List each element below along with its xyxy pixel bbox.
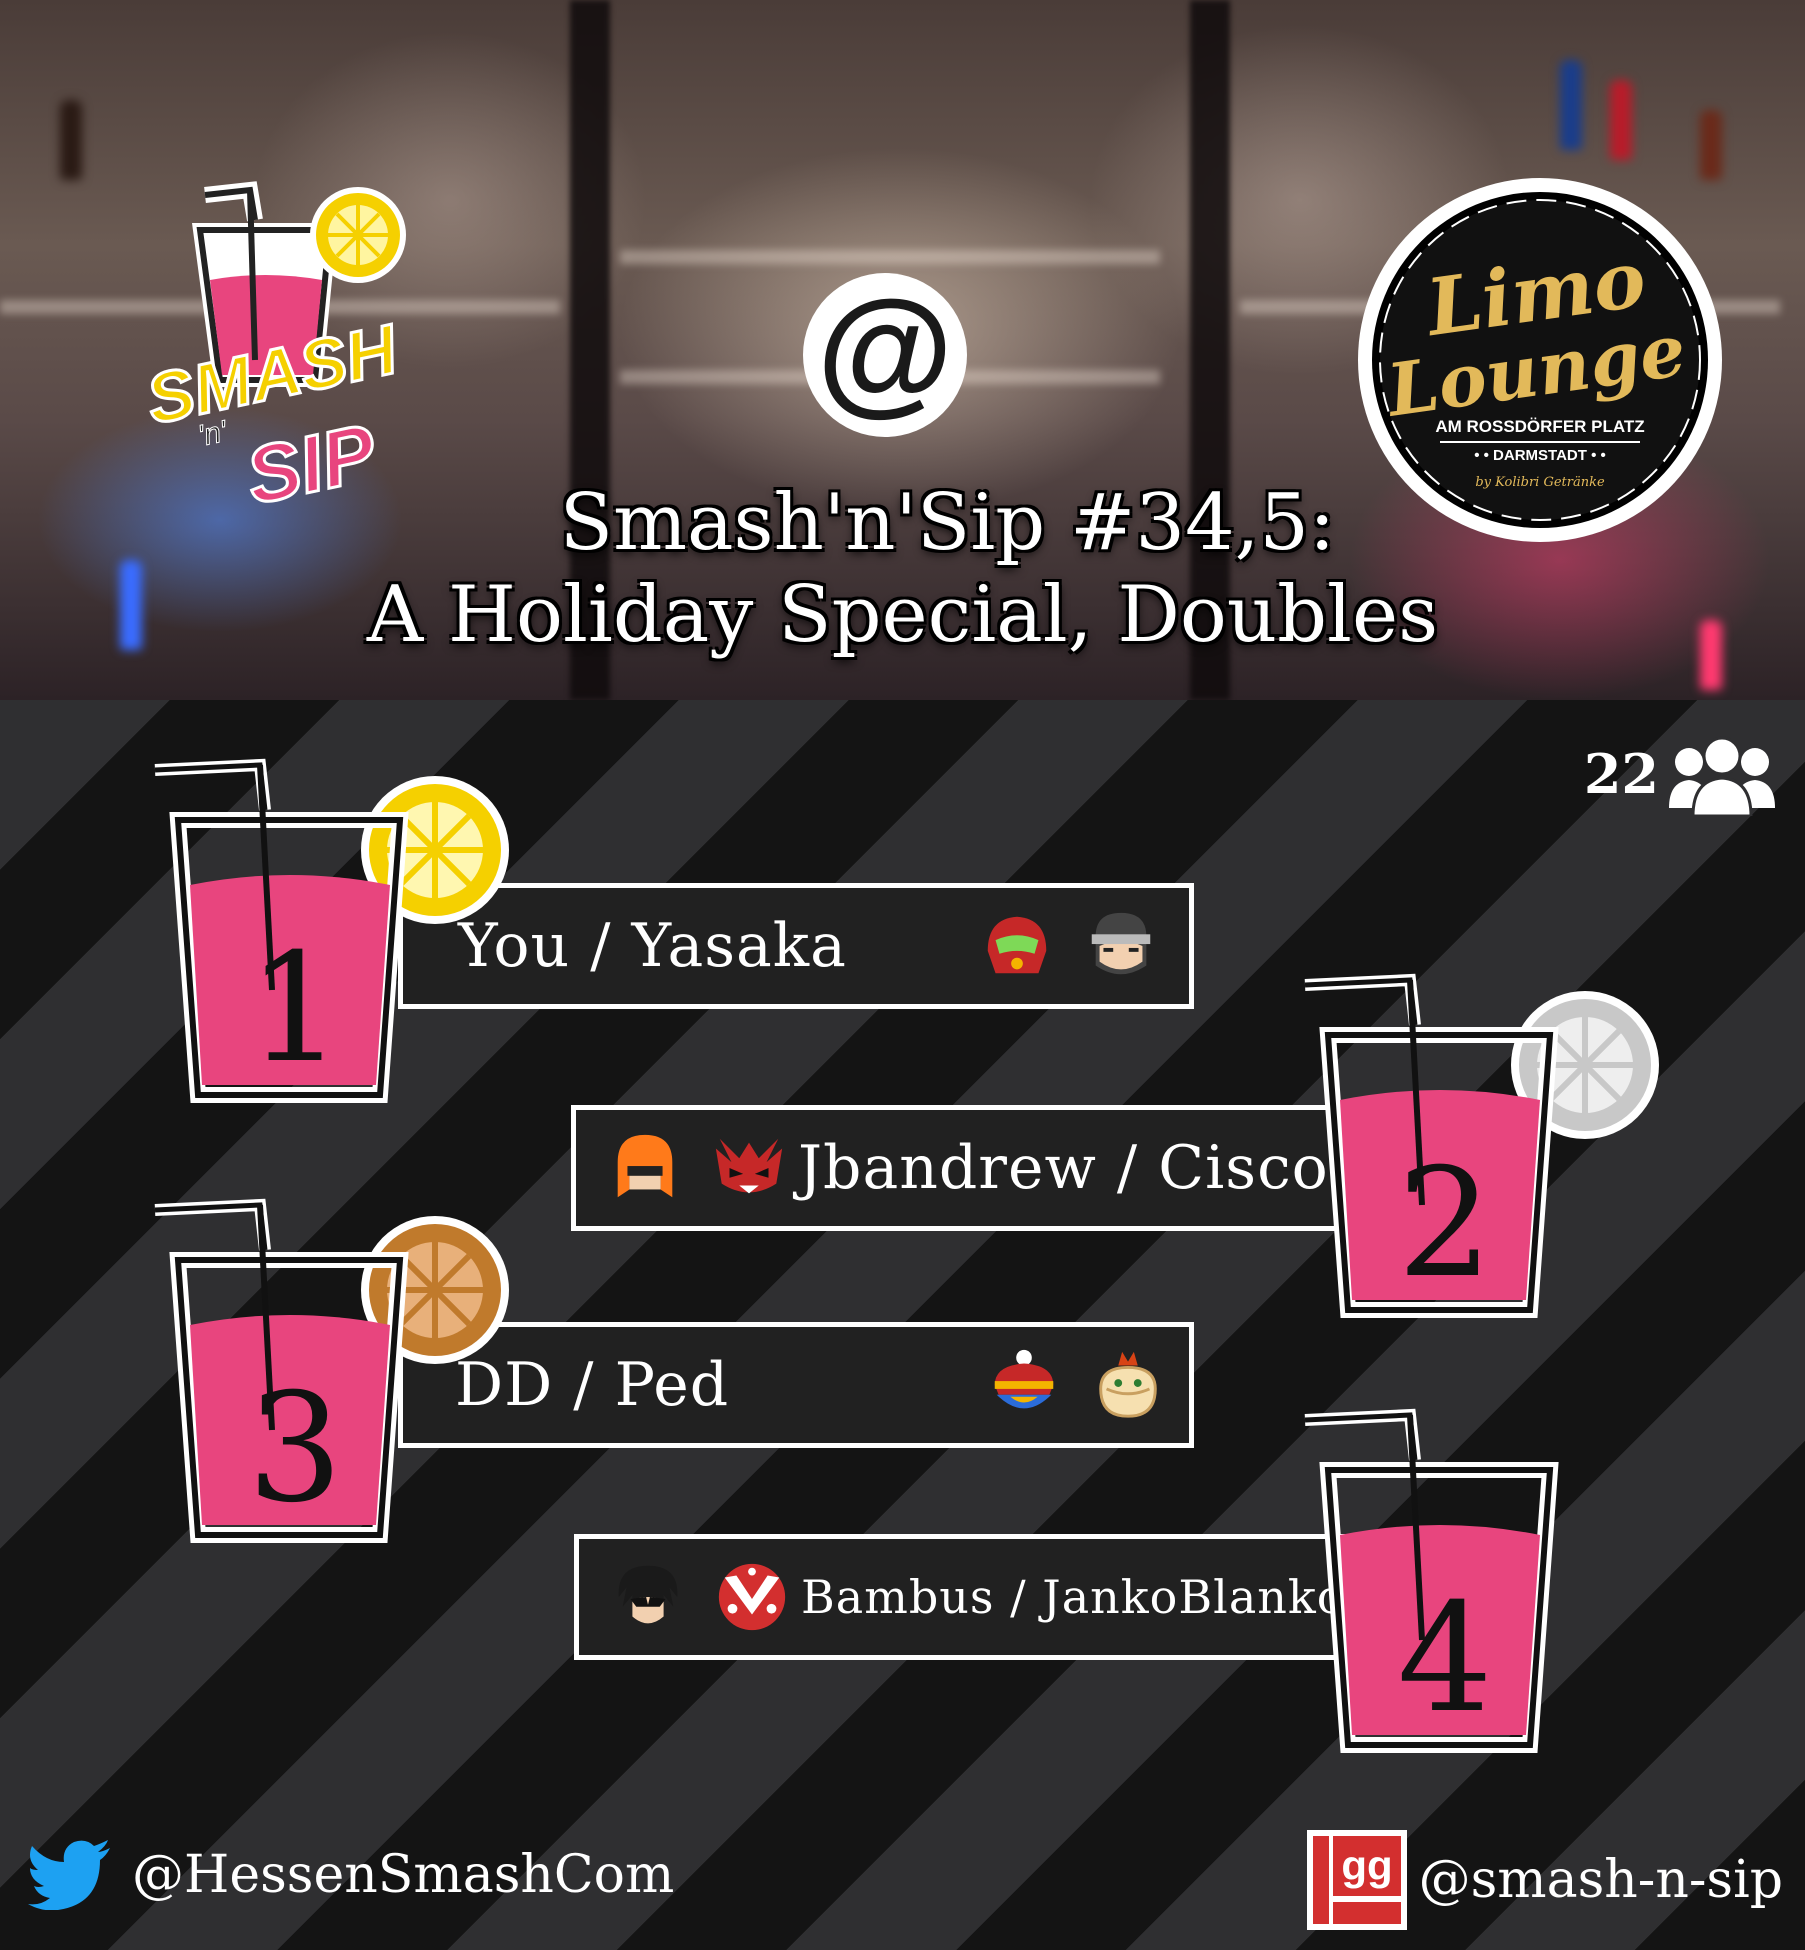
at-symbol: @	[803, 271, 967, 437]
twitter-bird-icon	[28, 1840, 110, 1910]
rank-number-1: 1	[247, 922, 342, 1096]
header-banner: SMASH 'n' SIP @ Limo Lounge AM ROSSDÖRFE…	[0, 0, 1805, 700]
placement-row-4: Bambus / JankoBlanko	[574, 1534, 1374, 1660]
entrant-count: 22	[1584, 732, 1777, 816]
results-graphic: SMASH 'n' SIP @ Limo Lounge AM ROSSDÖRFE…	[0, 0, 1805, 1950]
smashgg-credit: gg @smash-n-sip	[1306, 1830, 1783, 1930]
team-names-2: Jbandrew / Cisco	[798, 1133, 1329, 1203]
svg-text:gg: gg	[1341, 1842, 1392, 1889]
results-panel: 22 You / Yasaka 1 Jbandrew / Cisco 2 DD …	[0, 700, 1805, 1950]
svg-text:@: @	[817, 271, 954, 428]
event-title-line1: Smash'n'Sip #34,5:	[559, 478, 1336, 568]
rank-number-4: 4	[1397, 1572, 1492, 1746]
rank-cup-3: 3	[154, 1198, 509, 1543]
placement-row-2: Jbandrew / Cisco	[571, 1105, 1371, 1231]
rank-number-2: 2	[1397, 1137, 1492, 1311]
rank-number-3: 3	[247, 1362, 342, 1536]
smash-n-sip-logo: SMASH 'n' SIP	[138, 181, 406, 520]
event-title-line2: A Holiday Special, Doubles	[366, 570, 1439, 660]
entrant-count-value: 22	[1583, 742, 1659, 806]
svg-text:• • DARMSTADT • •: • • DARMSTADT • •	[1474, 447, 1606, 464]
smashgg-handle: @smash-n-sip	[1418, 1850, 1783, 1910]
snake-icon	[1091, 912, 1151, 975]
team-names-3: DD / Ped	[455, 1350, 730, 1420]
svg-text:AM ROSSDÖRFER PLATZ: AM ROSSDÖRFER PLATZ	[1435, 417, 1644, 436]
twitter-handle: @HessenSmashCom	[132, 1845, 675, 1905]
rank-cup-4: 4	[1304, 1408, 1559, 1753]
rank-cup-2: 2	[1304, 973, 1659, 1318]
rank-cup-1: 1	[154, 758, 509, 1103]
team-names-4: Bambus / JankoBlanko	[801, 1570, 1346, 1624]
piranha-plant-icon	[718, 1563, 786, 1631]
king-dedede-icon	[994, 1349, 1054, 1409]
inkling-icon	[617, 1134, 673, 1198]
incineroar-icon	[715, 1138, 783, 1194]
twitter-credit: @HessenSmashCom	[28, 1840, 674, 1910]
team-names-1: You / Yasaka	[458, 911, 847, 981]
bowser-jr-icon	[1099, 1351, 1157, 1418]
samus-icon	[987, 916, 1047, 974]
joker-icon	[618, 1565, 678, 1624]
smashgg-logo-icon: gg	[1306, 1830, 1407, 1930]
people-group-icon	[1669, 736, 1775, 816]
